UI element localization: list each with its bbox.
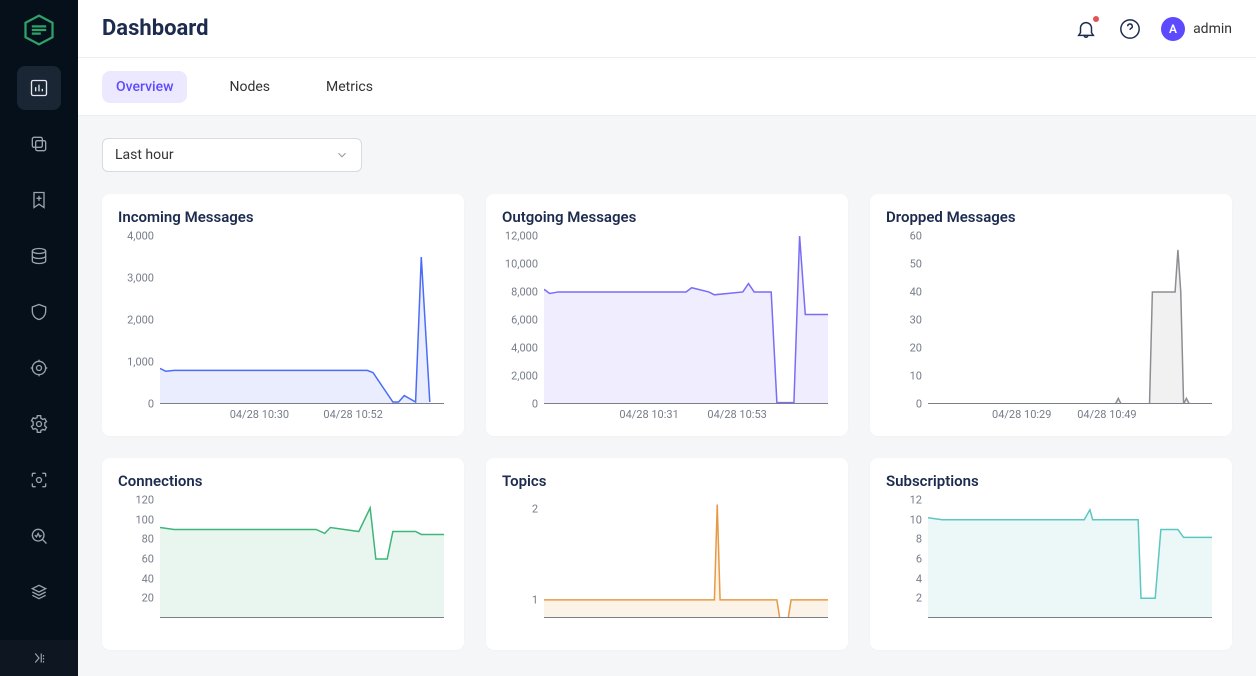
y-tick: 20 xyxy=(118,592,154,605)
y-tick: 1 xyxy=(502,593,538,606)
card-topics: Topics 1 2 xyxy=(486,458,848,650)
x-tick: 04/28 10:53 xyxy=(707,408,766,421)
y-tick: 80 xyxy=(118,533,154,546)
y-tick: 2 xyxy=(502,503,538,516)
timerange-label: Last hour xyxy=(115,147,174,163)
notification-dot-icon xyxy=(1093,16,1099,22)
layers-icon xyxy=(29,582,49,602)
y-tick: 2 xyxy=(886,592,922,605)
sidebar-item-integrations[interactable] xyxy=(17,234,61,278)
chart-plot xyxy=(160,236,444,404)
x-tick: 04/28 10:31 xyxy=(619,408,678,421)
y-tick: 1,000 xyxy=(118,356,154,369)
card-subscriptions: Subscriptions 2 4 6 8 10 12 xyxy=(870,458,1232,650)
shield-icon xyxy=(29,302,49,322)
chart-plot xyxy=(544,236,828,404)
app-logo-icon xyxy=(21,12,57,48)
y-tick: 30 xyxy=(886,314,922,327)
card-incoming-messages: Incoming Messages 0 1,000 2,000 3,000 4,000 0… xyxy=(102,194,464,436)
sidebar-item-diagnostics[interactable] xyxy=(17,514,61,558)
x-tick: 04/28 10:49 xyxy=(1077,408,1136,421)
chart-plot xyxy=(544,500,828,618)
y-tick: 10 xyxy=(886,513,922,526)
y-tick: 60 xyxy=(886,230,922,243)
y-tick: 60 xyxy=(118,553,154,566)
help-button[interactable] xyxy=(1117,16,1143,42)
card-title: Incoming Messages xyxy=(118,208,448,226)
sidebar-item-connections[interactable] xyxy=(17,122,61,166)
sidebar-item-extensions[interactable] xyxy=(17,458,61,502)
y-tick: 50 xyxy=(886,258,922,271)
sidebar-item-system[interactable] xyxy=(17,570,61,614)
username-label: admin xyxy=(1193,21,1232,37)
y-tick: 10 xyxy=(886,370,922,383)
y-tick: 2,000 xyxy=(118,314,154,327)
chart-plot xyxy=(928,500,1212,618)
chart-icon xyxy=(29,78,49,98)
y-tick: 20 xyxy=(886,342,922,355)
gear-icon xyxy=(29,414,49,434)
y-tick: 6,000 xyxy=(502,314,538,327)
y-tick: 0 xyxy=(118,398,154,411)
x-tick: 04/28 10:29 xyxy=(992,408,1051,421)
header: Dashboard A admin xyxy=(78,0,1256,58)
chart-plot xyxy=(928,236,1212,404)
card-title: Subscriptions xyxy=(886,472,1216,490)
y-tick: 2,000 xyxy=(502,370,538,383)
y-tick: 0 xyxy=(502,398,538,411)
card-title: Connections xyxy=(118,472,448,490)
y-tick: 8,000 xyxy=(502,286,538,299)
tab-nodes[interactable]: Nodes xyxy=(215,71,284,103)
y-tick: 3,000 xyxy=(118,272,154,285)
page-title: Dashboard xyxy=(102,16,209,41)
y-tick: 8 xyxy=(886,533,922,546)
sidebar-item-dashboard[interactable] xyxy=(17,66,61,110)
chip-icon xyxy=(29,358,49,378)
y-tick: 40 xyxy=(118,572,154,585)
database-icon xyxy=(29,246,49,266)
activity-search-icon xyxy=(29,526,49,546)
chevron-down-icon xyxy=(335,148,349,162)
tabs: Overview Nodes Metrics xyxy=(78,58,1256,116)
card-title: Dropped Messages xyxy=(886,208,1216,226)
tab-overview[interactable]: Overview xyxy=(102,71,187,103)
y-tick: 120 xyxy=(118,494,154,507)
card-dropped-messages: Dropped Messages 0 10 20 30 40 50 60 04/28 10:2… xyxy=(870,194,1232,436)
y-tick: 6 xyxy=(886,553,922,566)
x-tick: 04/28 10:52 xyxy=(323,408,382,421)
card-outgoing-messages: Outgoing Messages 0 2,000 4,000 6,000 8,000 1… xyxy=(486,194,848,436)
tab-metrics[interactable]: Metrics xyxy=(312,71,387,103)
sidebar-item-access[interactable] xyxy=(17,178,61,222)
y-tick: 12,000 xyxy=(502,230,538,243)
notifications-button[interactable] xyxy=(1073,16,1099,42)
scan-icon xyxy=(29,470,49,490)
help-icon xyxy=(1119,18,1141,40)
x-tick: 04/28 10:30 xyxy=(230,408,289,421)
chart-plot xyxy=(160,500,444,618)
y-tick: 0 xyxy=(886,398,922,411)
sidebar-item-rules[interactable] xyxy=(17,346,61,390)
card-connections: Connections 20 40 60 80 100 120 xyxy=(102,458,464,650)
y-tick: 10,000 xyxy=(502,258,538,271)
timerange-select[interactable]: Last hour xyxy=(102,138,362,172)
user-menu[interactable]: A admin xyxy=(1161,17,1232,41)
y-tick: 100 xyxy=(118,513,154,526)
copy-icon xyxy=(29,134,49,154)
avatar: A xyxy=(1161,17,1185,41)
sidebar-collapse-button[interactable] xyxy=(0,640,78,676)
y-tick: 4 xyxy=(886,572,922,585)
collapse-icon xyxy=(30,649,48,667)
y-tick: 12 xyxy=(886,494,922,507)
card-title: Outgoing Messages xyxy=(502,208,832,226)
y-tick: 4,000 xyxy=(502,342,538,355)
sidebar-item-settings[interactable] xyxy=(17,402,61,446)
bookmark-plus-icon xyxy=(29,190,49,210)
y-tick: 40 xyxy=(886,286,922,299)
card-title: Topics xyxy=(502,472,832,490)
y-tick: 4,000 xyxy=(118,230,154,243)
sidebar-item-security[interactable] xyxy=(17,290,61,334)
sidebar xyxy=(0,0,78,676)
